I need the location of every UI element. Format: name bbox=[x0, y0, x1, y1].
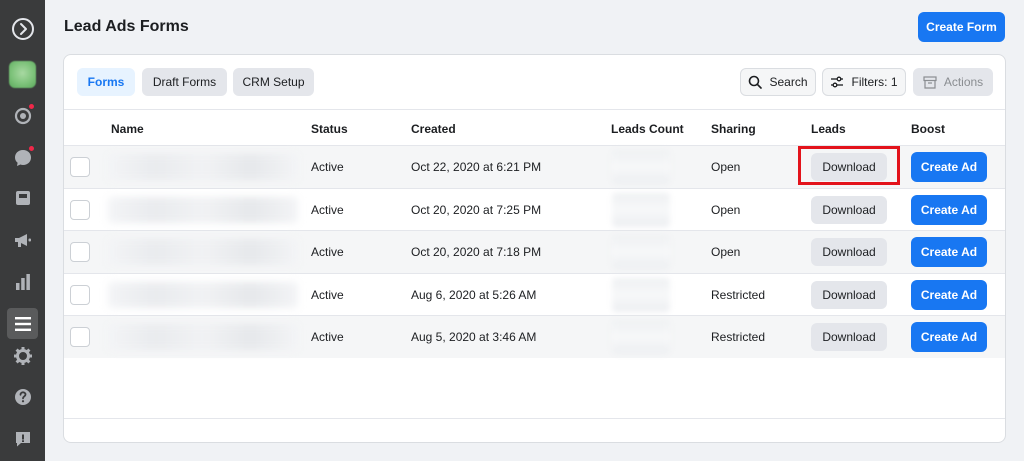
status-cell: Active bbox=[311, 245, 344, 259]
form-name-redacted bbox=[108, 281, 298, 308]
tab-forms[interactable]: Forms bbox=[77, 68, 135, 96]
created-cell: Aug 5, 2020 at 3:46 AM bbox=[411, 330, 537, 344]
download-leads-button[interactable]: Download bbox=[811, 323, 887, 351]
create-ad-button[interactable]: Create Ad bbox=[911, 322, 987, 352]
search-button[interactable]: Search bbox=[740, 68, 816, 96]
create-ad-button[interactable]: Create Ad bbox=[911, 152, 987, 182]
table-row[interactable]: Active Oct 20, 2020 at 7:18 PM Open Down… bbox=[64, 230, 1005, 273]
form-name-redacted bbox=[108, 196, 298, 223]
forms-table-body: Active Oct 22, 2020 at 6:21 PM Open Down… bbox=[64, 145, 1005, 358]
row-checkbox[interactable] bbox=[70, 327, 90, 347]
column-header-status[interactable]: Status bbox=[311, 122, 348, 136]
table-row[interactable]: Active Aug 5, 2020 at 3:46 AM Restricted… bbox=[64, 315, 1005, 358]
table-row[interactable]: Active Aug 6, 2020 at 5:26 AM Restricted… bbox=[64, 272, 1005, 316]
left-nav-rail bbox=[0, 0, 45, 461]
pages-button[interactable] bbox=[7, 182, 38, 213]
status-cell: Active bbox=[311, 330, 344, 344]
search-label: Search bbox=[769, 75, 808, 89]
download-leads-button[interactable]: Download bbox=[811, 238, 887, 266]
search-icon bbox=[749, 75, 763, 89]
sharing-cell: Restricted bbox=[711, 287, 766, 302]
report-problem-button[interactable] bbox=[7, 423, 38, 454]
table-row[interactable]: Active Oct 20, 2020 at 7:25 PM Open Down… bbox=[64, 187, 1005, 231]
sharing-cell: Restricted bbox=[711, 330, 766, 344]
column-header-name[interactable]: Name bbox=[111, 122, 144, 136]
leads-count-redacted bbox=[612, 150, 670, 184]
status-cell: Active bbox=[311, 202, 344, 217]
sharing-cell: Open bbox=[711, 202, 741, 217]
column-header-leads: Leads bbox=[811, 122, 846, 136]
menu-icon bbox=[14, 316, 31, 331]
leads-count-redacted bbox=[612, 320, 670, 354]
table-header: Name Status Created Leads Count Sharing … bbox=[64, 110, 1005, 145]
card-footer-divider bbox=[64, 418, 1005, 419]
row-checkbox[interactable] bbox=[70, 284, 90, 305]
forms-card: Forms Draft Forms CRM Setup Search Filte… bbox=[63, 54, 1006, 443]
create-ad-button[interactable]: Create Ad bbox=[911, 237, 987, 267]
row-checkbox[interactable] bbox=[70, 242, 90, 262]
filter-sliders-icon bbox=[831, 76, 844, 88]
megaphone-icon bbox=[14, 233, 31, 247]
created-cell: Aug 6, 2020 at 5:26 AM bbox=[411, 287, 537, 302]
sharing-cell: Open bbox=[711, 160, 741, 174]
row-checkbox[interactable] bbox=[70, 157, 90, 177]
insights-button[interactable] bbox=[7, 266, 38, 297]
actions-button[interactable]: Actions bbox=[913, 68, 993, 96]
created-cell: Oct 22, 2020 at 6:21 PM bbox=[411, 160, 542, 174]
expand-nav-button[interactable] bbox=[7, 13, 38, 44]
actions-label: Actions bbox=[943, 75, 984, 89]
create-ad-button[interactable]: Create Ad bbox=[911, 279, 987, 310]
settings-icon bbox=[13, 346, 32, 365]
archive-icon bbox=[923, 75, 937, 89]
avatar[interactable] bbox=[9, 61, 36, 88]
page-title: Lead Ads Forms bbox=[64, 18, 189, 35]
leads-count-redacted bbox=[612, 235, 670, 269]
expand-icon bbox=[11, 17, 34, 40]
messages-button[interactable] bbox=[7, 142, 38, 173]
sharing-cell: Open bbox=[711, 245, 741, 259]
ads-button[interactable] bbox=[7, 224, 38, 255]
created-cell: Oct 20, 2020 at 7:18 PM bbox=[411, 245, 542, 259]
status-cell: Active bbox=[311, 287, 344, 302]
pages-icon bbox=[15, 190, 30, 205]
column-header-sharing[interactable]: Sharing bbox=[711, 122, 756, 136]
table-row[interactable]: Active Oct 22, 2020 at 6:21 PM Open Down… bbox=[64, 145, 1005, 188]
insights-icon bbox=[15, 273, 30, 290]
column-header-leads-count[interactable]: Leads Count bbox=[611, 122, 684, 136]
create-form-button[interactable]: Create Form bbox=[918, 12, 1005, 42]
download-leads-button[interactable]: Download bbox=[811, 280, 887, 309]
settings-button[interactable] bbox=[7, 340, 38, 371]
created-cell: Oct 20, 2020 at 7:25 PM bbox=[411, 202, 542, 217]
notification-dot bbox=[28, 103, 35, 110]
status-cell: Active bbox=[311, 160, 344, 174]
form-name-redacted bbox=[108, 324, 298, 350]
create-ad-button[interactable]: Create Ad bbox=[911, 194, 987, 225]
column-header-created[interactable]: Created bbox=[411, 122, 456, 136]
all-tools-button[interactable] bbox=[7, 308, 38, 339]
leads-count-redacted bbox=[612, 277, 670, 312]
tab-draft-forms[interactable]: Draft Forms bbox=[142, 68, 227, 96]
notification-dot bbox=[28, 145, 35, 152]
form-name-redacted bbox=[108, 239, 298, 265]
tab-crm-setup[interactable]: CRM Setup bbox=[233, 68, 314, 96]
report-icon bbox=[15, 431, 30, 446]
column-header-boost: Boost bbox=[911, 122, 945, 136]
help-icon bbox=[14, 388, 31, 405]
activity-button[interactable] bbox=[7, 100, 38, 131]
filters-label: Filters: 1 bbox=[851, 75, 898, 89]
form-name-redacted bbox=[108, 154, 298, 180]
help-button[interactable] bbox=[7, 381, 38, 412]
download-leads-button[interactable]: Download bbox=[811, 153, 887, 181]
leads-count-redacted bbox=[612, 192, 670, 227]
download-leads-button[interactable]: Download bbox=[811, 195, 887, 224]
row-checkbox[interactable] bbox=[70, 199, 90, 220]
filters-button[interactable]: Filters: 1 bbox=[822, 68, 906, 96]
